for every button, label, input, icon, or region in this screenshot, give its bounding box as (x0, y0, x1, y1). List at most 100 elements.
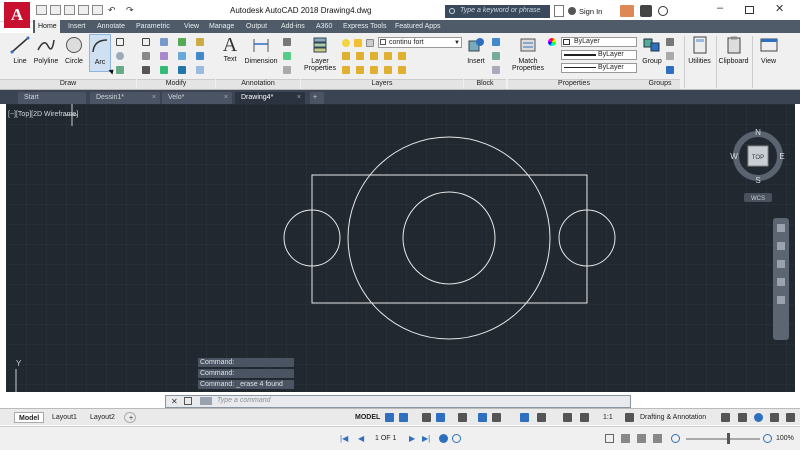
text-button[interactable]: A Text (218, 35, 242, 63)
close-command-line-icon[interactable]: ✕ (171, 397, 178, 406)
command-input[interactable]: Type a command (217, 397, 271, 404)
layer-tool-10-icon[interactable] (398, 66, 406, 74)
edit-attributes-icon[interactable] (492, 66, 500, 74)
fillet-icon[interactable] (178, 52, 186, 60)
close-icon[interactable]: × (152, 92, 156, 104)
tab-express-tools[interactable]: Express Tools (343, 20, 386, 33)
snap-toggle-icon[interactable] (399, 413, 408, 422)
close-button[interactable]: ✕ (775, 2, 784, 15)
layer-tool-3-icon[interactable] (370, 52, 378, 60)
minimize-button[interactable]: – (717, 2, 723, 14)
block-panel-title[interactable]: Block (464, 79, 506, 89)
compass-east[interactable]: E (779, 152, 784, 161)
group-edit-icon[interactable] (666, 52, 674, 60)
dimension-button[interactable]: Dimension (243, 36, 279, 65)
isodraft-icon[interactable] (458, 413, 467, 422)
add-icon[interactable] (721, 413, 730, 422)
search-input[interactable]: Type a keyword or phrase (445, 5, 550, 18)
play-button[interactable] (439, 434, 448, 443)
orbit-icon[interactable] (777, 278, 785, 286)
edit-block-icon[interactable] (492, 52, 500, 60)
binoculars-icon[interactable] (554, 5, 564, 17)
offset-icon[interactable] (196, 66, 204, 74)
clipboard-button[interactable]: Clipboard (716, 36, 750, 88)
lock-icon[interactable] (366, 39, 374, 47)
color-dropdown[interactable]: ByLayer (561, 37, 637, 47)
ortho-toggle-icon[interactable] (422, 413, 431, 422)
open-file-icon[interactable] (50, 5, 61, 15)
close-icon[interactable]: × (297, 92, 301, 104)
annotation-visibility-icon[interactable] (563, 413, 572, 422)
close-icon[interactable]: × (224, 92, 228, 104)
layer-tool-4-icon[interactable] (384, 52, 392, 60)
page-flip-icon[interactable] (637, 434, 646, 443)
layers-panel-title[interactable]: Layers (301, 79, 463, 89)
mirror-icon[interactable] (160, 52, 168, 60)
view-button[interactable]: View (752, 36, 784, 88)
new-layout-button[interactable]: + (124, 412, 136, 423)
selection-cycling-icon[interactable] (537, 413, 546, 422)
doc-tab-start[interactable]: Start (18, 92, 86, 104)
polar-toggle-icon[interactable] (436, 413, 445, 422)
first-page-button[interactable]: |◀ (340, 434, 348, 443)
polyline-button[interactable]: Polyline (31, 36, 61, 65)
recent-commands-icon[interactable] (200, 397, 212, 405)
scale-icon[interactable] (160, 66, 168, 74)
save-icon[interactable] (64, 5, 75, 15)
save-as-icon[interactable] (78, 5, 89, 15)
tab-output[interactable]: Output (246, 20, 267, 33)
layer-tool-1-icon[interactable] (342, 52, 350, 60)
table-icon[interactable] (283, 66, 291, 74)
auto-scale-icon[interactable] (580, 413, 589, 422)
tab-manage[interactable]: Manage (209, 20, 234, 33)
arc-button[interactable]: Arc (89, 34, 111, 72)
layer-tool-9-icon[interactable] (384, 66, 392, 74)
drawing-area[interactable]: Y (6, 104, 795, 392)
rotate-icon[interactable] (160, 38, 168, 46)
group-button[interactable]: Group (640, 36, 664, 65)
two-page-icon[interactable] (621, 434, 630, 443)
layer-tool-7-icon[interactable] (356, 66, 364, 74)
next-page-button[interactable]: ▶ (409, 434, 415, 443)
annotation-panel-title[interactable]: Annotation (216, 79, 300, 89)
layer-properties-button[interactable]: Layer Properties (302, 36, 338, 72)
a360-icon[interactable] (640, 5, 652, 17)
layer-tool-8-icon[interactable] (370, 66, 378, 74)
maximize-button[interactable] (745, 6, 754, 14)
properties-panel-title[interactable]: Properties (508, 79, 640, 89)
prev-page-button[interactable]: ◀ (358, 434, 364, 443)
ungroup-icon[interactable] (666, 38, 674, 46)
doc-tab-velo[interactable]: Velo* × (162, 92, 232, 104)
viewport-controls[interactable]: [−][Top][2D Wireframe] (8, 111, 78, 118)
move-icon[interactable] (142, 38, 150, 46)
layout-tab-layout1[interactable]: Layout1 (48, 412, 81, 423)
thumbnail-icon[interactable] (653, 434, 662, 443)
showmotion-icon[interactable] (777, 296, 785, 304)
match-properties-button[interactable]: Match Properties (511, 36, 545, 72)
plot-icon[interactable] (92, 5, 103, 15)
circle-button[interactable]: Circle (62, 36, 86, 65)
navigation-bar[interactable] (773, 218, 789, 340)
array-icon[interactable] (178, 66, 186, 74)
sign-in-button[interactable]: Sign In (579, 5, 602, 18)
layer-tool-5-icon[interactable] (398, 52, 406, 60)
color-wheel-icon[interactable] (548, 38, 556, 46)
steering-wheel-icon[interactable] (777, 224, 785, 232)
tab-home[interactable]: Home (35, 20, 60, 33)
annotation-scale-button[interactable]: 1:1 (599, 412, 617, 423)
tab-view[interactable]: View (184, 20, 199, 33)
tab-insert[interactable]: Insert (68, 20, 86, 33)
layout-tab-layout2[interactable]: Layout2 (86, 412, 119, 423)
exchange-icon[interactable] (620, 5, 634, 17)
hardware-acceleration-icon[interactable] (754, 413, 763, 422)
redo-icon[interactable]: ↷ (126, 5, 134, 16)
workspace-switcher[interactable]: Drafting & Annotation (636, 412, 710, 423)
linear-dim-icon[interactable] (283, 38, 291, 46)
last-page-button[interactable]: ▶| (422, 434, 430, 443)
customize-icon[interactable] (184, 397, 192, 405)
tab-parametric[interactable]: Parametric (136, 20, 170, 33)
model-space-toggle[interactable]: MODEL (351, 412, 384, 423)
zoom-in-icon[interactable] (763, 434, 772, 443)
help-icon[interactable] (658, 6, 668, 16)
zoom-extents-icon[interactable] (777, 260, 785, 268)
